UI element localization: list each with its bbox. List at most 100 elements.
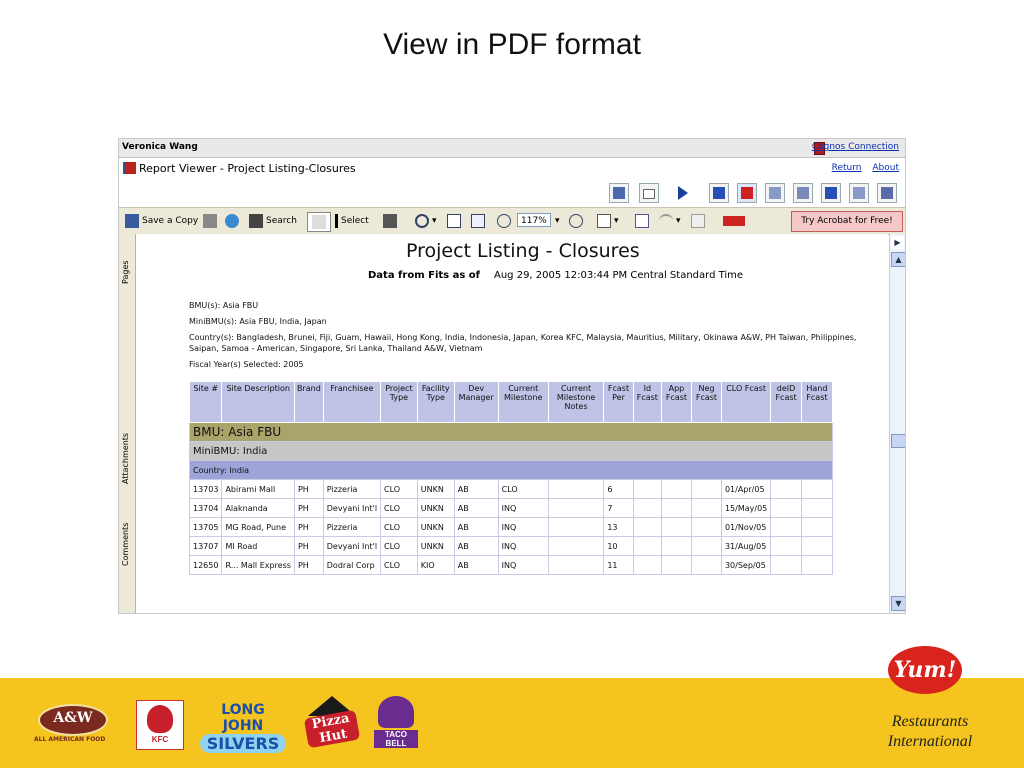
text-cursor-icon bbox=[335, 213, 338, 228]
slide-title: View in PDF format bbox=[383, 28, 641, 61]
scroll-thumb[interactable] bbox=[891, 434, 905, 448]
bmu-filter: BMU(s): Asia FBU bbox=[189, 301, 259, 310]
html-view-icon[interactable] bbox=[709, 183, 729, 203]
xls-view-icon[interactable] bbox=[765, 183, 785, 203]
table-cell bbox=[547, 536, 605, 556]
xml-data-icon[interactable] bbox=[877, 183, 897, 203]
table-cell: UNKN bbox=[416, 536, 455, 556]
zoom-level-input[interactable]: 117% bbox=[517, 213, 551, 227]
magnifier-icon bbox=[415, 213, 429, 228]
table-cell: INQ bbox=[497, 517, 549, 537]
yum-restaurants-international: Restaurants International bbox=[887, 713, 973, 750]
table-cell: 12650 bbox=[188, 555, 223, 575]
viewer-title: Report Viewer - Project Listing-Closures bbox=[139, 162, 356, 175]
zoom-in-button[interactable] bbox=[569, 212, 586, 230]
binoculars-icon bbox=[249, 213, 263, 228]
run-icon[interactable] bbox=[675, 183, 693, 201]
table-cell: 13705 bbox=[188, 517, 223, 537]
print-button[interactable] bbox=[203, 212, 220, 230]
email-icon[interactable] bbox=[639, 183, 659, 203]
xml-view-icon[interactable] bbox=[849, 183, 869, 203]
table-cell bbox=[770, 517, 802, 537]
table-cell bbox=[660, 555, 692, 575]
table-cell: CLO bbox=[380, 536, 418, 556]
column-header: Facility Type bbox=[416, 381, 455, 423]
table-cell bbox=[632, 479, 662, 499]
fit-page-icon bbox=[447, 213, 461, 228]
table-cell: AB bbox=[453, 517, 499, 537]
email-button[interactable] bbox=[225, 212, 242, 230]
taco-bell-logo: TACO BELL bbox=[374, 696, 418, 748]
comments-tab[interactable]: Comments bbox=[119, 523, 135, 613]
table-cell: UNKN bbox=[416, 479, 455, 499]
table-cell: 13 bbox=[603, 517, 634, 537]
table-cell: CLO bbox=[380, 498, 418, 518]
table-row: 13703 Abirami Mall PH Pizzeria CLO UNKN AB CLO 6… bbox=[188, 479, 834, 499]
hand-tool-button[interactable] bbox=[307, 212, 331, 232]
about-link[interactable]: About bbox=[872, 163, 899, 173]
table-header-row: Site # Site Description Brand Franchisee Pro… bbox=[188, 381, 834, 423]
table-cell: MI Road bbox=[221, 536, 295, 556]
hand-icon bbox=[312, 214, 326, 229]
table-cell: 11 bbox=[603, 555, 634, 575]
table-cell bbox=[632, 498, 662, 518]
report-title: Project Listing - Closures bbox=[406, 240, 640, 262]
column-header: Brand bbox=[293, 381, 324, 423]
table-cell: Devyani Int'l bbox=[322, 536, 382, 556]
column-header: Neg Fcast bbox=[690, 381, 722, 423]
fit-page-button[interactable] bbox=[447, 212, 464, 230]
save-copy-button[interactable]: Save a Copy bbox=[125, 212, 198, 230]
user-name: Veronica Wang bbox=[122, 142, 198, 152]
column-header: Hand Fcast bbox=[800, 381, 834, 423]
table-cell: AB bbox=[453, 498, 499, 518]
table-cell: 13703 bbox=[188, 479, 223, 499]
snapshot-button[interactable] bbox=[383, 212, 400, 230]
column-header: Id Fcast bbox=[632, 381, 662, 423]
report-subtitle: Data from Fits as of Aug 29, 2005 12:03:4… bbox=[368, 270, 744, 281]
table-cell: 01/Nov/05 bbox=[720, 517, 772, 537]
table-row: 13704 Alaknanda PH Devyani Int'l CLO UNKN AB IN… bbox=[188, 498, 834, 518]
table-cell: Pizzeria bbox=[322, 517, 382, 537]
column-header: App Fcast bbox=[660, 381, 692, 423]
page-tools-button[interactable]: ▾ bbox=[597, 212, 619, 230]
table-cell: Abirami Mall bbox=[221, 479, 295, 499]
fit-width-button[interactable] bbox=[471, 212, 488, 230]
spellcheck-button[interactable] bbox=[635, 212, 652, 230]
zoom-dropdown-chevron[interactable]: ▾ bbox=[555, 212, 560, 230]
undo-button[interactable]: ▾ bbox=[659, 212, 681, 230]
group-row-bmu: BMU: Asia FBU bbox=[189, 422, 833, 442]
vertical-scrollbar[interactable]: ▶ ▲ ▼ bbox=[889, 234, 905, 613]
table-cell bbox=[690, 498, 722, 518]
pages-tab[interactable]: Pages bbox=[119, 260, 135, 344]
table-cell: AB bbox=[453, 555, 499, 575]
csv-view-icon[interactable] bbox=[821, 183, 841, 203]
copy-button[interactable] bbox=[691, 212, 708, 230]
yahoo-toolbar-button[interactable] bbox=[723, 212, 748, 230]
search-button[interactable]: Search bbox=[249, 212, 297, 230]
colonel-icon bbox=[147, 705, 173, 733]
return-link[interactable]: Return bbox=[832, 163, 862, 173]
table-cell: 01/Apr/05 bbox=[720, 479, 772, 499]
pdf-view-icon[interactable] bbox=[737, 183, 757, 203]
pdf-document-area: Project Listing - Closures Data from Fit… bbox=[136, 234, 888, 613]
cognos-connection-link[interactable]: Cognos Connection bbox=[812, 142, 899, 152]
scroll-down-button[interactable]: ▼ bbox=[891, 596, 905, 611]
pane-arrow-icon[interactable]: ▶ bbox=[891, 236, 904, 249]
country-filter: Country(s): Bangladesh, Brunei, Fiji, Gu… bbox=[189, 333, 857, 353]
scroll-up-button[interactable]: ▲ bbox=[891, 252, 905, 267]
table-cell bbox=[800, 555, 834, 575]
keep-version-icon[interactable] bbox=[609, 183, 629, 203]
zoom-in-tool-button[interactable]: ▾ bbox=[415, 212, 437, 230]
table-cell bbox=[800, 517, 834, 537]
header-links: Return About bbox=[824, 163, 899, 173]
undo-icon bbox=[659, 213, 673, 228]
table-cell: UNKN bbox=[416, 517, 455, 537]
try-acrobat-button[interactable]: Try Acrobat for Free! bbox=[791, 211, 903, 232]
zoom-out-button[interactable] bbox=[497, 212, 514, 230]
column-header: deID Fcast bbox=[770, 381, 802, 423]
table-cell bbox=[660, 479, 692, 499]
table-cell bbox=[632, 517, 662, 537]
table-cell: INQ bbox=[497, 498, 549, 518]
select-tool-button[interactable]: Select bbox=[335, 212, 369, 230]
xls2000-view-icon[interactable] bbox=[793, 183, 813, 203]
